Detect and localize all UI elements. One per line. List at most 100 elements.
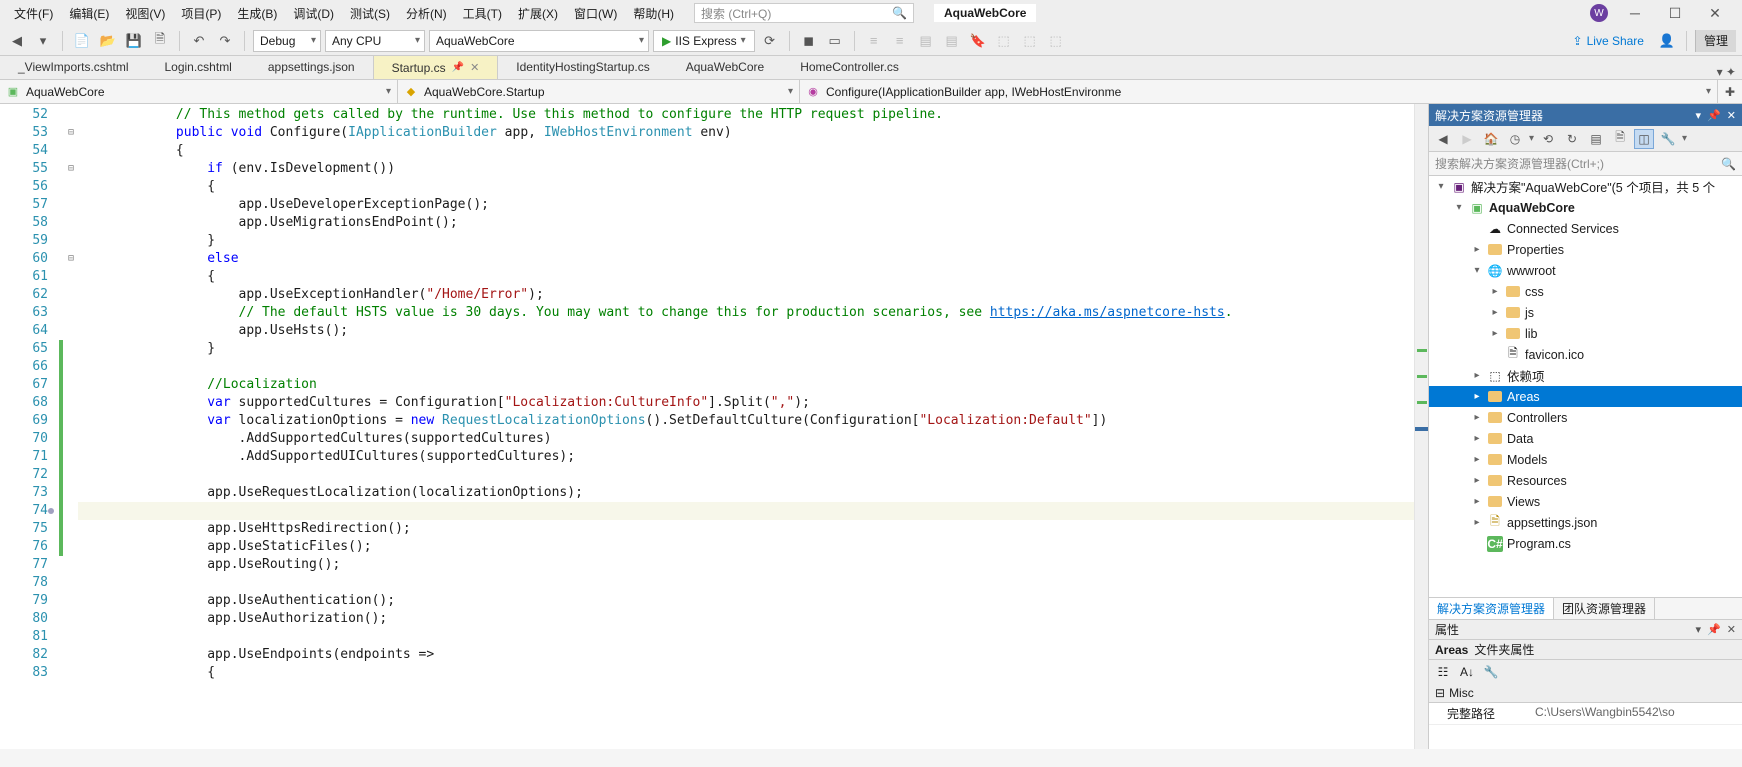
- expand-icon[interactable]: ▾: [1453, 202, 1465, 213]
- scope-icon[interactable]: ◷: [1505, 129, 1525, 149]
- show-all-icon[interactable]: 🗎: [1610, 129, 1630, 149]
- expand-icon[interactable]: ▸: [1471, 244, 1483, 255]
- dropdown-icon[interactable]: ▾: [1696, 109, 1702, 122]
- close-icon[interactable]: ✕: [470, 61, 479, 74]
- menu-item[interactable]: 扩展(X): [510, 0, 566, 26]
- open-icon[interactable]: 📂: [97, 30, 119, 52]
- back-icon[interactable]: ◀: [6, 30, 28, 52]
- save-icon[interactable]: 💾: [123, 30, 145, 52]
- menu-item[interactable]: 项目(P): [173, 0, 229, 26]
- property-row[interactable]: 完整路径 C:\Users\Wangbin5542\so: [1429, 703, 1742, 725]
- expand-icon[interactable]: ▾: [1435, 181, 1447, 192]
- alphabetical-icon[interactable]: A↓: [1457, 662, 1477, 682]
- pin-icon[interactable]: 📌: [452, 62, 464, 73]
- tab-team-explorer[interactable]: 团队资源管理器: [1554, 598, 1655, 619]
- menu-item[interactable]: 帮助(H): [625, 0, 682, 26]
- tree-node[interactable]: 🗎favicon.ico: [1429, 344, 1742, 365]
- tree-node[interactable]: ▸⬚依赖项: [1429, 365, 1742, 386]
- menu-item[interactable]: 编辑(E): [61, 0, 117, 26]
- fold-column[interactable]: ⊟⊟⊟: [64, 104, 78, 749]
- close-button[interactable]: ✕: [1702, 5, 1728, 22]
- expand-icon[interactable]: ▸: [1471, 433, 1483, 444]
- expand-icon[interactable]: ▸: [1471, 496, 1483, 507]
- tree-node[interactable]: ▸lib: [1429, 323, 1742, 344]
- tree-node[interactable]: ▸Resources: [1429, 470, 1742, 491]
- menu-item[interactable]: 视图(V): [117, 0, 173, 26]
- bookmark-icon[interactable]: 🔖: [967, 30, 989, 52]
- maximize-button[interactable]: ☐: [1662, 5, 1688, 22]
- save-all-icon[interactable]: 🗎: [149, 30, 171, 52]
- split-editor-button[interactable]: ✚: [1718, 80, 1742, 103]
- categorized-icon[interactable]: ☷: [1433, 662, 1453, 682]
- preview-icon[interactable]: ◫: [1634, 129, 1654, 149]
- config-dropdown[interactable]: Debug: [253, 30, 321, 52]
- tree-node[interactable]: C#Program.cs: [1429, 533, 1742, 554]
- expand-icon[interactable]: ▸: [1489, 328, 1501, 339]
- expand-icon[interactable]: ▸: [1471, 475, 1483, 486]
- pin-icon[interactable]: 📌: [1707, 623, 1721, 636]
- close-icon[interactable]: ✕: [1727, 109, 1736, 122]
- quick-search[interactable]: 搜索 (Ctrl+Q) 🔍: [694, 3, 914, 23]
- undo-icon[interactable]: ↶: [188, 30, 210, 52]
- property-category[interactable]: ⊟ Misc: [1429, 684, 1742, 703]
- tree-node[interactable]: ▾🌐wwwroot: [1429, 260, 1742, 281]
- back-icon[interactable]: ◀: [1433, 129, 1453, 149]
- tree-node[interactable]: ▸Data: [1429, 428, 1742, 449]
- expand-icon[interactable]: ▸: [1471, 391, 1483, 402]
- forward-icon[interactable]: ▶: [1457, 129, 1477, 149]
- tree-node[interactable]: ▾▣AquaWebCore: [1429, 197, 1742, 218]
- home-icon[interactable]: 🏠: [1481, 129, 1501, 149]
- document-tab[interactable]: _ViewImports.cshtml: [0, 55, 146, 79]
- platform-dropdown[interactable]: Any CPU: [325, 30, 425, 52]
- new-project-icon[interactable]: 📄: [71, 30, 93, 52]
- expand-icon[interactable]: ▸: [1471, 454, 1483, 465]
- pin-icon[interactable]: 📌: [1707, 109, 1721, 122]
- tree-node[interactable]: ▸Areas: [1429, 386, 1742, 407]
- tree-node[interactable]: ▸Controllers: [1429, 407, 1742, 428]
- properties-icon[interactable]: 🔧: [1658, 129, 1678, 149]
- tree-node[interactable]: ▸Views: [1429, 491, 1742, 512]
- scope-dropdown[interactable]: ▣ AquaWebCore: [0, 80, 398, 103]
- menu-item[interactable]: 文件(F): [6, 0, 61, 26]
- tree-node[interactable]: ▾▣解决方案"AquaWebCore"(5 个项目，共 5 个: [1429, 176, 1742, 197]
- document-tab[interactable]: Startup.cs📌✕: [373, 55, 499, 79]
- close-icon[interactable]: ✕: [1727, 623, 1736, 636]
- redo-icon[interactable]: ↷: [214, 30, 236, 52]
- document-tab[interactable]: HomeController.cs: [782, 55, 917, 79]
- solution-tree[interactable]: ▾▣解决方案"AquaWebCore"(5 个项目，共 5 个▾▣AquaWeb…: [1429, 176, 1742, 597]
- code-area[interactable]: // This method gets called by the runtim…: [78, 104, 1414, 749]
- tab-solution-explorer[interactable]: 解决方案资源管理器: [1429, 598, 1554, 619]
- tab-overflow[interactable]: ▾ ✦: [1711, 65, 1742, 79]
- expand-icon[interactable]: ▸: [1471, 370, 1483, 381]
- sync-icon[interactable]: ⟲: [1538, 129, 1558, 149]
- run-button[interactable]: ▶ IIS Express ▾: [653, 30, 755, 52]
- expand-icon[interactable]: ▸: [1489, 307, 1501, 318]
- scroll-indicator[interactable]: [1414, 104, 1428, 749]
- live-share-button[interactable]: ⇪ Live Share: [1565, 34, 1652, 48]
- browser-icon[interactable]: ◼: [798, 30, 820, 52]
- document-tab[interactable]: Login.cshtml: [146, 55, 249, 79]
- menu-item[interactable]: 生成(B): [229, 0, 285, 26]
- expand-icon[interactable]: ▸: [1471, 517, 1483, 528]
- refresh-icon[interactable]: ↻: [1562, 129, 1582, 149]
- forward-icon[interactable]: ▾: [32, 30, 54, 52]
- expand-icon[interactable]: ▸: [1471, 412, 1483, 423]
- tree-node[interactable]: ▸css: [1429, 281, 1742, 302]
- menu-item[interactable]: 测试(S): [342, 0, 398, 26]
- refresh-icon[interactable]: ⟳: [759, 30, 781, 52]
- menu-item[interactable]: 调试(D): [285, 0, 342, 26]
- account-avatar[interactable]: W: [1590, 4, 1608, 22]
- tree-node[interactable]: ▸Models: [1429, 449, 1742, 470]
- document-tab[interactable]: IdentityHostingStartup.cs: [498, 55, 667, 79]
- document-tab[interactable]: appsettings.json: [250, 55, 373, 79]
- tree-node[interactable]: ☁Connected Services: [1429, 218, 1742, 239]
- solution-search[interactable]: 搜索解决方案资源管理器(Ctrl+;) 🔍: [1429, 152, 1742, 176]
- manage-button[interactable]: 管理: [1695, 30, 1736, 52]
- menu-item[interactable]: 分析(N): [398, 0, 455, 26]
- startup-dropdown[interactable]: AquaWebCore: [429, 30, 649, 52]
- dropdown-icon[interactable]: ▾: [1696, 623, 1702, 636]
- prop-wrench-icon[interactable]: 🔧: [1481, 662, 1501, 682]
- code-editor[interactable]: 5253545556575859606162636465666768697071…: [0, 104, 1428, 749]
- type-dropdown[interactable]: ◆ AquaWebCore.Startup: [398, 80, 800, 103]
- expand-icon[interactable]: ▾: [1471, 265, 1483, 276]
